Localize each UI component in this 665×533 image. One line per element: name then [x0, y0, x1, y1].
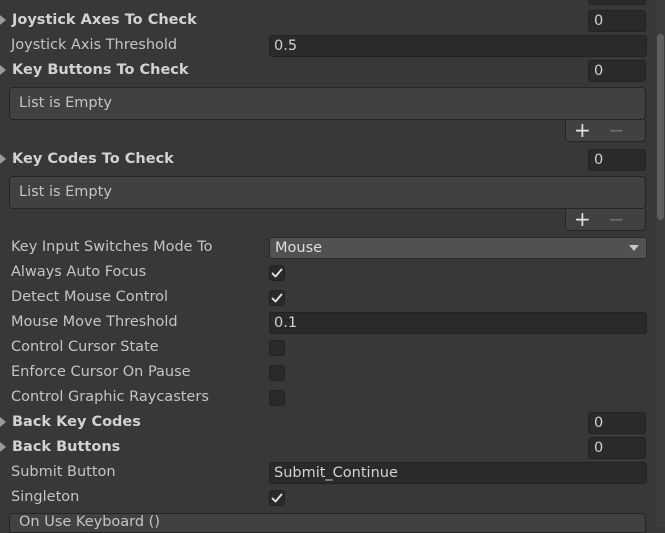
joystick-threshold-row: Joystick Axis Threshold 0.5 [0, 34, 655, 59]
detect-mouse-label: Detect Mouse Control [11, 289, 169, 305]
foldout-arrow-icon[interactable] [0, 65, 6, 75]
foldout-arrow-icon[interactable] [0, 15, 6, 25]
remove-element-button[interactable]: − [608, 120, 625, 140]
key-codes-list: List is Empty [9, 176, 646, 209]
submit-button-label: Submit Button [11, 464, 116, 480]
always-auto-focus-checkbox[interactable] [269, 265, 285, 281]
foldout-arrow-icon[interactable] [0, 154, 6, 164]
foldout-arrow-icon[interactable] [0, 442, 6, 452]
mouse-threshold-label: Mouse Move Threshold [11, 314, 178, 330]
back-buttons-row: Back Buttons 0 [0, 436, 655, 461]
foldout-arrow-icon[interactable] [0, 417, 6, 427]
checkmark-icon [271, 293, 283, 303]
key-buttons-list: List is Empty [9, 87, 646, 120]
joystick-axes-row: Joystick Axes To Check 0 [0, 9, 655, 34]
dropdown-value: Mouse [275, 240, 323, 256]
control-raycasters-checkbox[interactable] [269, 390, 285, 406]
control-cursor-checkbox[interactable] [269, 340, 285, 356]
dropdown-arrow-icon [629, 245, 639, 251]
joystick-axes-label[interactable]: Joystick Axes To Check [12, 12, 197, 28]
back-key-codes-label[interactable]: Back Key Codes [12, 414, 141, 430]
submit-button-input[interactable]: Submit_Continue [269, 462, 647, 484]
add-element-button[interactable]: + [574, 120, 591, 140]
key-buttons-list-footer: + − [565, 120, 646, 142]
back-buttons-label[interactable]: Back Buttons [12, 439, 120, 455]
on-use-keyboard-event: On Use Keyboard () [9, 513, 646, 533]
list-empty-text: List is Empty [19, 95, 112, 111]
key-buttons-label[interactable]: Key Buttons To Check [12, 62, 189, 78]
always-auto-focus-row: Always Auto Focus [0, 261, 655, 286]
joystick-threshold-label: Joystick Axis Threshold [11, 37, 178, 53]
key-input-mode-label: Key Input Switches Mode To [11, 239, 213, 255]
checkmark-icon [271, 493, 283, 503]
submit-button-row: Submit Button Submit_Continue [0, 461, 655, 486]
scrollbar-thumb[interactable] [657, 34, 664, 220]
back-buttons-count[interactable]: 0 [588, 437, 646, 459]
back-key-codes-count[interactable]: 0 [588, 412, 646, 434]
key-buttons-count[interactable]: 0 [588, 60, 646, 82]
singleton-row: Singleton [0, 486, 655, 511]
previous-field-edge [588, 0, 646, 5]
remove-element-button[interactable]: − [608, 209, 625, 229]
singleton-checkbox[interactable] [269, 490, 285, 506]
key-input-mode-dropdown[interactable]: Mouse [269, 237, 647, 259]
joystick-axes-count[interactable]: 0 [588, 10, 646, 32]
event-header-label: On Use Keyboard () [19, 514, 160, 530]
list-empty-text: List is Empty [19, 184, 112, 200]
control-cursor-row: Control Cursor State [0, 336, 655, 361]
control-raycasters-row: Control Graphic Raycasters [0, 386, 655, 411]
control-cursor-label: Control Cursor State [11, 339, 159, 355]
mouse-threshold-input[interactable]: 0.1 [269, 312, 647, 334]
singleton-label: Singleton [11, 489, 80, 505]
back-key-codes-row: Back Key Codes 0 [0, 411, 655, 436]
key-codes-count[interactable]: 0 [588, 149, 646, 171]
key-codes-row: Key Codes To Check 0 [0, 148, 655, 173]
enforce-cursor-row: Enforce Cursor On Pause [0, 361, 655, 386]
checkmark-icon [271, 268, 283, 278]
key-input-mode-row: Key Input Switches Mode To Mouse [0, 236, 655, 261]
detect-mouse-checkbox[interactable] [269, 290, 285, 306]
enforce-cursor-checkbox[interactable] [269, 365, 285, 381]
detect-mouse-row: Detect Mouse Control [0, 286, 655, 311]
mouse-threshold-row: Mouse Move Threshold 0.1 [0, 311, 655, 336]
joystick-threshold-input[interactable]: 0.5 [269, 35, 647, 57]
key-buttons-row: Key Buttons To Check 0 [0, 59, 655, 84]
always-auto-focus-label: Always Auto Focus [11, 264, 147, 280]
key-codes-label[interactable]: Key Codes To Check [12, 151, 174, 167]
key-codes-list-footer: + − [565, 209, 646, 231]
enforce-cursor-label: Enforce Cursor On Pause [11, 364, 191, 380]
add-element-button[interactable]: + [574, 209, 591, 229]
control-raycasters-label: Control Graphic Raycasters [11, 389, 209, 405]
